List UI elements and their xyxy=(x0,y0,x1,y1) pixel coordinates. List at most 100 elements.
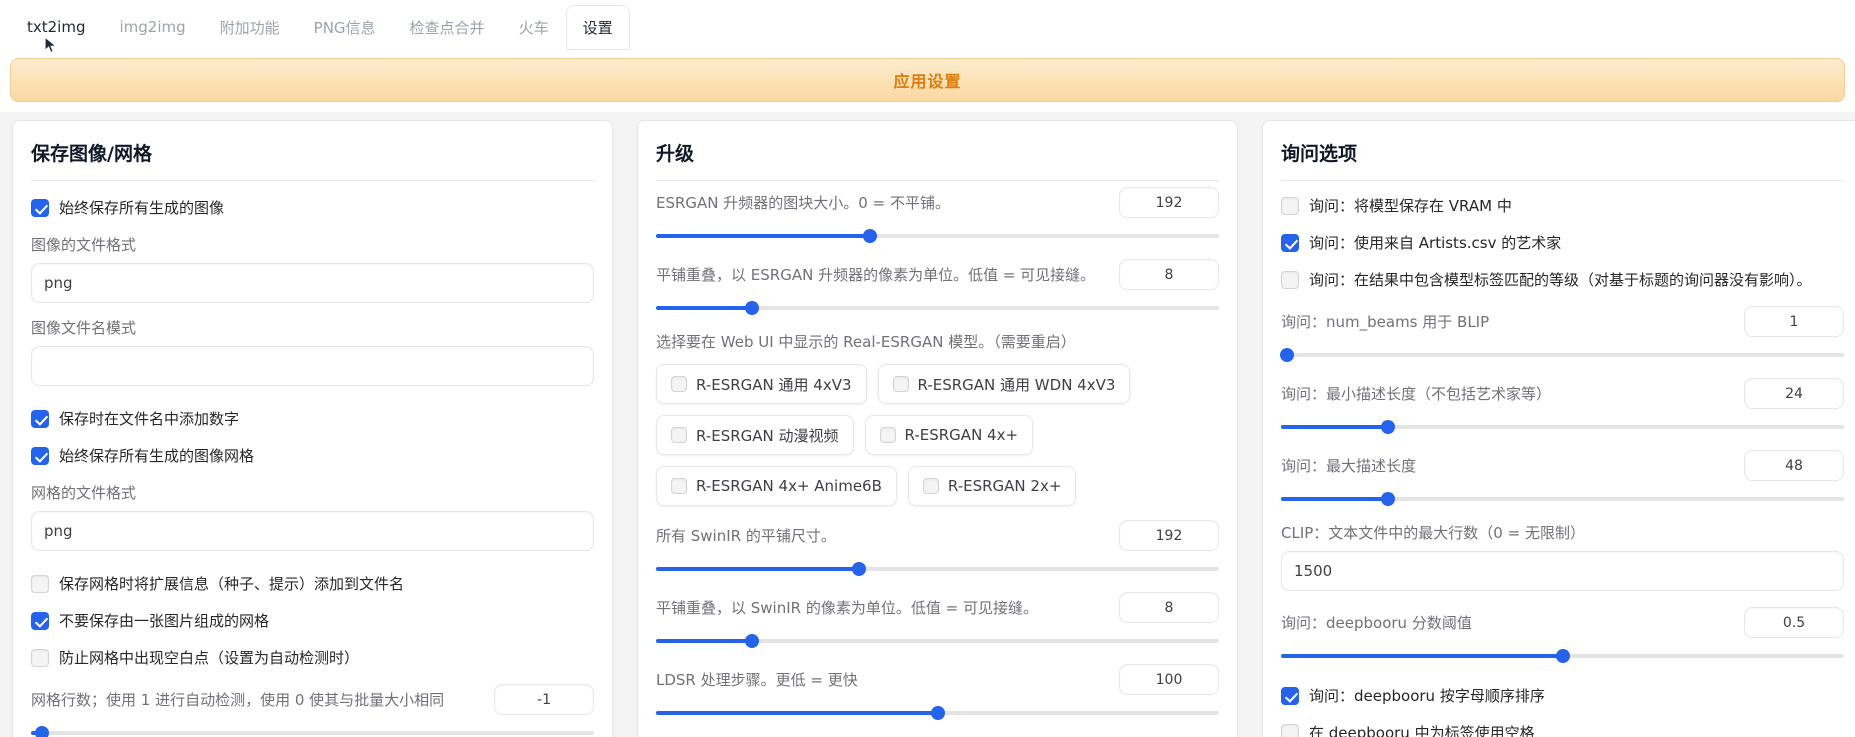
model-label: R-ESRGAN 2x+ xyxy=(948,477,1062,495)
grid-extended-info-row[interactable]: 保存网格时将扩展信息（种子、提示）添加到文件名 xyxy=(31,573,594,594)
slider-handle[interactable] xyxy=(1381,420,1395,434)
esrgan-overlap-slider[interactable] xyxy=(656,301,1219,315)
checkbox-label: 询问：将模型保存在 VRAM 中 xyxy=(1309,195,1512,216)
swinir-tile-value[interactable]: 192 xyxy=(1119,520,1219,551)
deepbooru-threshold-slider[interactable] xyxy=(1281,649,1844,663)
interrogate-panel-title: 询问选项 xyxy=(1281,139,1844,181)
min-description-length-slider[interactable] xyxy=(1281,420,1844,434)
model-checkbox[interactable] xyxy=(671,376,687,392)
slider-track xyxy=(31,731,594,735)
always-save-grids-checkbox[interactable] xyxy=(31,447,49,465)
include-model-ranks-row[interactable]: 询问：在结果中包含模型标签匹配的等级（对基于标题的询问器没有影响）。 xyxy=(1281,269,1844,290)
no-single-image-grid-checkbox[interactable] xyxy=(31,612,49,630)
slider-handle[interactable] xyxy=(931,706,945,720)
tab-train[interactable]: 火车 xyxy=(502,5,566,50)
num-beams-field: 询问：num_beams 用于 BLIP 1 xyxy=(1281,306,1844,362)
model-label: R-ESRGAN 4x+ Anime6B xyxy=(696,477,882,495)
tab-png-info[interactable]: PNG信息 xyxy=(297,5,393,50)
slider-handle[interactable] xyxy=(745,301,759,315)
ldsr-steps-slider[interactable] xyxy=(656,706,1219,720)
prevent-empty-spots-checkbox[interactable] xyxy=(31,649,49,667)
tab-txt2img[interactable]: txt2img xyxy=(10,6,102,48)
num-beams-slider[interactable] xyxy=(1281,348,1844,362)
interrogate-panel: 询问选项 询问：将模型保存在 VRAM 中 询问：使用来自 Artists.cs… xyxy=(1262,120,1855,737)
grid-rows-slider[interactable] xyxy=(31,726,594,737)
always-save-grids-row[interactable]: 始终保存所有生成的图像网格 xyxy=(31,445,594,466)
esrgan-tile-value[interactable]: 192 xyxy=(1119,187,1219,218)
max-description-length-slider[interactable] xyxy=(1281,492,1844,506)
add-number-checkbox[interactable] xyxy=(31,410,49,428)
upscaling-panel-title: 升级 xyxy=(656,139,1219,181)
model-checkbox[interactable] xyxy=(893,376,909,392)
swinir-tile-slider[interactable] xyxy=(656,562,1219,576)
deepbooru-use-spaces-row[interactable]: 在 deepbooru 中为标签使用空格 xyxy=(1281,722,1844,737)
slider-handle[interactable] xyxy=(1381,492,1395,506)
model-r-esrgan-general-4xv3[interactable]: R-ESRGAN 通用 4xV3 xyxy=(656,364,867,404)
deepbooru-use-spaces-checkbox[interactable] xyxy=(1281,724,1299,737)
add-number-row[interactable]: 保存时在文件名中添加数字 xyxy=(31,408,594,429)
use-artists-csv-row[interactable]: 询问：使用来自 Artists.csv 的艺术家 xyxy=(1281,232,1844,253)
model-checkbox[interactable] xyxy=(880,427,896,443)
image-format-input[interactable] xyxy=(31,263,594,303)
slider-handle[interactable] xyxy=(863,229,877,243)
grid-format-input[interactable] xyxy=(31,511,594,551)
checkbox-label: 在 deepbooru 中为标签使用空格 xyxy=(1309,722,1535,737)
swinir-overlap-slider[interactable] xyxy=(656,634,1219,648)
keep-models-vram-row[interactable]: 询问：将模型保存在 VRAM 中 xyxy=(1281,195,1844,216)
slider-handle[interactable] xyxy=(745,634,759,648)
model-r-esrgan-general-wdn-4xv3[interactable]: R-ESRGAN 通用 WDN 4xV3 xyxy=(878,364,1131,404)
tab-extras[interactable]: 附加功能 xyxy=(203,5,297,50)
checkbox-label: 防止网格中出现空白点（设置为自动检测时） xyxy=(59,647,359,668)
esrgan-tile-field: ESRGAN 升频器的图块大小。0 = 不平铺。 192 xyxy=(656,187,1219,243)
model-label: R-ESRGAN 动漫视频 xyxy=(696,425,839,446)
min-description-length-value[interactable]: 24 xyxy=(1744,378,1844,409)
ldsr-steps-field: LDSR 处理步骤。更低 = 更快 100 xyxy=(656,664,1219,720)
tab-img2img[interactable]: img2img xyxy=(102,6,202,48)
model-checkbox[interactable] xyxy=(671,427,687,443)
slider-handle[interactable] xyxy=(35,726,49,737)
esrgan-overlap-label: 平铺重叠，以 ESRGAN 升频器的像素为单位。低值 = 可见接缝。 xyxy=(656,264,1107,285)
max-description-length-label: 询问：最大描述长度 xyxy=(1281,455,1732,476)
model-label: R-ESRGAN 通用 4xV3 xyxy=(696,374,852,395)
deepbooru-threshold-value[interactable]: 0.5 xyxy=(1744,607,1844,638)
deepbooru-sort-alpha-checkbox[interactable] xyxy=(1281,687,1299,705)
prevent-empty-spots-row[interactable]: 防止网格中出现空白点（设置为自动检测时） xyxy=(31,647,594,668)
deepbooru-sort-alpha-row[interactable]: 询问：deepbooru 按字母顺序排序 xyxy=(1281,685,1844,706)
image-format-label: 图像的文件格式 xyxy=(31,234,594,255)
grid-extended-info-checkbox[interactable] xyxy=(31,575,49,593)
model-r-esrgan-4x-plus[interactable]: R-ESRGAN 4x+ xyxy=(865,415,1034,455)
esrgan-tile-slider[interactable] xyxy=(656,229,1219,243)
image-filename-pattern-input[interactable] xyxy=(31,346,594,386)
model-checkbox[interactable] xyxy=(671,478,687,494)
esrgan-overlap-value[interactable]: 8 xyxy=(1119,259,1219,290)
use-artists-csv-checkbox[interactable] xyxy=(1281,234,1299,252)
always-save-images-checkbox[interactable] xyxy=(31,199,49,217)
ldsr-steps-value[interactable]: 100 xyxy=(1119,664,1219,695)
realesrgan-model-group: R-ESRGAN 通用 4xV3 R-ESRGAN 通用 WDN 4xV3 R-… xyxy=(656,364,1219,506)
include-model-ranks-checkbox[interactable] xyxy=(1281,271,1299,289)
deepbooru-threshold-field: 询问：deepbooru 分数阈值 0.5 xyxy=(1281,607,1844,663)
keep-models-vram-checkbox[interactable] xyxy=(1281,197,1299,215)
checkbox-label: 询问：在结果中包含模型标签匹配的等级（对基于标题的询问器没有影响）。 xyxy=(1309,269,1812,290)
model-r-esrgan-2x-plus[interactable]: R-ESRGAN 2x+ xyxy=(908,466,1077,506)
max-description-length-value[interactable]: 48 xyxy=(1744,450,1844,481)
model-r-esrgan-anime-video[interactable]: R-ESRGAN 动漫视频 xyxy=(656,415,854,455)
slider-fill xyxy=(1281,425,1388,429)
swinir-tile-field: 所有 SwinIR 的平铺尺寸。 192 xyxy=(656,520,1219,576)
slider-fill xyxy=(1281,497,1388,501)
tab-settings[interactable]: 设置 xyxy=(566,5,630,50)
model-checkbox[interactable] xyxy=(923,478,939,494)
always-save-images-row[interactable]: 始终保存所有生成的图像 xyxy=(31,197,594,218)
model-r-esrgan-4x-plus-anime6b[interactable]: R-ESRGAN 4x+ Anime6B xyxy=(656,466,897,506)
slider-handle[interactable] xyxy=(852,562,866,576)
num-beams-label: 询问：num_beams 用于 BLIP xyxy=(1281,311,1732,332)
swinir-overlap-value[interactable]: 8 xyxy=(1119,592,1219,623)
slider-handle[interactable] xyxy=(1556,649,1570,663)
clip-max-lines-input[interactable] xyxy=(1281,551,1844,591)
no-single-image-grid-row[interactable]: 不要保存由一张图片组成的网格 xyxy=(31,610,594,631)
tab-checkpoint-merger[interactable]: 检查点合并 xyxy=(393,5,502,50)
num-beams-value[interactable]: 1 xyxy=(1744,306,1844,337)
slider-handle[interactable] xyxy=(1280,348,1294,362)
apply-settings-button[interactable]: 应用设置 xyxy=(10,58,1845,102)
grid-rows-value[interactable]: -1 xyxy=(494,684,594,715)
